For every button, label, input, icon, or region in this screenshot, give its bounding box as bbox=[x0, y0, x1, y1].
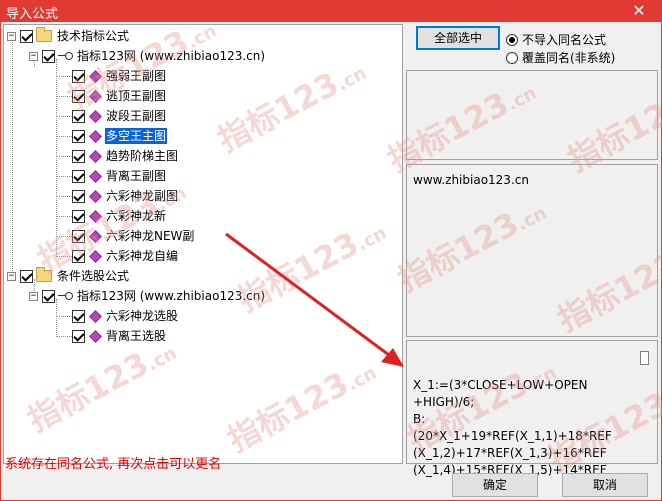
tree-group-screener[interactable]: − 条件选股公式 bbox=[7, 266, 130, 286]
tree-label: 六彩神龙选股 bbox=[106, 309, 179, 323]
checkbox[interactable] bbox=[72, 129, 85, 143]
formula-icon bbox=[89, 109, 102, 123]
checkbox[interactable] bbox=[72, 109, 85, 123]
formula-icon bbox=[89, 309, 102, 323]
info-panel: www.zhibiao123.cn bbox=[406, 164, 658, 337]
checkbox[interactable] bbox=[20, 269, 33, 283]
formula-icon bbox=[89, 69, 102, 83]
close-icon[interactable]: ✕ bbox=[616, 0, 662, 22]
tree-item[interactable]: 逃顶王副图 bbox=[72, 86, 167, 106]
collapse-icon[interactable]: − bbox=[29, 51, 38, 61]
info-text: www.zhibiao123.cn bbox=[413, 173, 529, 187]
cancel-button[interactable]: 取消 bbox=[562, 473, 648, 497]
tree-label: 条件选股公式 bbox=[57, 269, 130, 283]
key-icon bbox=[58, 52, 73, 60]
collapse-icon[interactable]: − bbox=[7, 31, 16, 41]
formula-line: (X_1,2)+17*REF(X_1,3)+16*REF bbox=[413, 446, 607, 460]
formula-icon bbox=[89, 229, 102, 243]
formula-icon bbox=[89, 189, 102, 203]
tree-label: 六彩神龙新 bbox=[106, 209, 167, 223]
tree-label: 波段王副图 bbox=[106, 109, 167, 123]
formula-icon bbox=[89, 149, 102, 163]
radio-icon[interactable] bbox=[506, 33, 518, 46]
tree-item[interactable]: 六彩神龙副图 bbox=[72, 186, 179, 206]
tree-label: 强弱王副图 bbox=[106, 69, 167, 83]
formula-icon bbox=[89, 209, 102, 223]
scroll-thumb[interactable] bbox=[640, 351, 649, 365]
tree-label: 背离王选股 bbox=[106, 329, 167, 343]
checkbox[interactable] bbox=[72, 309, 85, 323]
formula-icon bbox=[89, 169, 102, 183]
checkbox[interactable] bbox=[72, 69, 85, 83]
checkbox[interactable] bbox=[72, 209, 85, 223]
checkbox[interactable] bbox=[72, 329, 85, 343]
title-bar[interactable]: 导入公式 ✕ bbox=[0, 0, 662, 22]
checkbox[interactable] bbox=[20, 29, 33, 43]
window-title: 导入公式 bbox=[6, 7, 59, 22]
tree-label: 逃顶王副图 bbox=[106, 89, 167, 103]
tree-source-screener[interactable]: − 指标123网 (www.zhibiao123.cn) bbox=[29, 286, 266, 306]
tree-item[interactable]: 六彩神龙选股 bbox=[72, 306, 179, 326]
formula-tree[interactable]: − 技术指标公式 − 指标123网 (www.zhibiao123.cn) 强弱… bbox=[3, 24, 403, 464]
checkbox[interactable] bbox=[72, 249, 85, 263]
formula-preview[interactable]: X_1:=(3*CLOSE+LOW+OPEN +HIGH)/6; B:(20*X… bbox=[406, 340, 658, 477]
radio-icon[interactable] bbox=[506, 51, 518, 64]
tree-item[interactable]: 背离王选股 bbox=[72, 326, 167, 346]
formula-icon bbox=[89, 249, 102, 263]
tree-label: 指标123网 (www.zhibiao123.cn) bbox=[77, 289, 266, 303]
tree-label: 背离王副图 bbox=[106, 169, 167, 183]
formula-line: X_1:=(3*CLOSE+LOW+OPEN bbox=[413, 378, 588, 392]
checkbox[interactable] bbox=[42, 49, 55, 63]
folder-icon bbox=[36, 267, 52, 282]
radio-label: 不导入同名公式 bbox=[522, 33, 607, 47]
tree-item[interactable]: 趋势阶梯主图 bbox=[72, 146, 179, 166]
folder-icon bbox=[36, 27, 52, 42]
tree-item[interactable]: 强弱王副图 bbox=[72, 66, 167, 86]
key-icon bbox=[58, 292, 73, 300]
checkbox[interactable] bbox=[72, 169, 85, 183]
formula-text: X_1:=(3*CLOSE+LOW+OPEN +HIGH)/6; B:(20*X… bbox=[413, 377, 613, 479]
checkbox[interactable] bbox=[42, 289, 55, 303]
radio-overwrite[interactable]: 覆盖同名(非系统) bbox=[506, 49, 615, 66]
formula-line: +HIGH)/6; bbox=[413, 395, 475, 409]
tree-label: 六彩神龙自编 bbox=[106, 249, 179, 263]
select-all-button[interactable]: 全部选中 bbox=[416, 26, 500, 50]
tree-label: 趋势阶梯主图 bbox=[106, 149, 179, 163]
status-message: 系统存在同名公式, 再次点击可以更名 bbox=[5, 457, 222, 472]
tree-label: 六彩神龙副图 bbox=[106, 189, 179, 203]
radio-skip-duplicates[interactable]: 不导入同名公式 bbox=[506, 31, 606, 48]
tree-label: 六彩神龙NEW副 bbox=[106, 229, 195, 243]
collapse-icon[interactable]: − bbox=[7, 271, 16, 281]
formula-icon bbox=[89, 129, 102, 143]
formula-line: B:(20*X_1+19*REF(X_1,1)+18*REF bbox=[413, 412, 612, 443]
tree-label: 指标123网 (www.zhibiao123.cn) bbox=[77, 49, 266, 63]
tree-item[interactable]: 六彩神龙自编 bbox=[72, 246, 179, 266]
checkbox[interactable] bbox=[72, 89, 85, 103]
tree-item[interactable]: 波段王副图 bbox=[72, 106, 167, 126]
option-box bbox=[406, 70, 658, 160]
tree-group-indicators[interactable]: − 技术指标公式 bbox=[7, 26, 130, 46]
tree-item[interactable]: 六彩神龙新 bbox=[72, 206, 167, 226]
tree-item[interactable]: 背离王副图 bbox=[72, 166, 167, 186]
formula-icon bbox=[89, 329, 102, 343]
tree-label: 技术指标公式 bbox=[57, 29, 130, 43]
checkbox[interactable] bbox=[72, 229, 85, 243]
tree-source-indicators[interactable]: − 指标123网 (www.zhibiao123.cn) bbox=[29, 46, 266, 66]
formula-icon bbox=[89, 89, 102, 103]
radio-label: 覆盖同名(非系统) bbox=[522, 51, 616, 65]
checkbox[interactable] bbox=[72, 149, 85, 163]
ok-button[interactable]: 确定 bbox=[452, 473, 538, 497]
tree-label: 多空王主图 bbox=[103, 127, 169, 145]
tree-item-selected[interactable]: 多空王主图 bbox=[72, 126, 169, 146]
checkbox[interactable] bbox=[72, 189, 85, 203]
tree-item[interactable]: 六彩神龙NEW副 bbox=[72, 226, 195, 246]
collapse-icon[interactable]: − bbox=[29, 291, 38, 301]
